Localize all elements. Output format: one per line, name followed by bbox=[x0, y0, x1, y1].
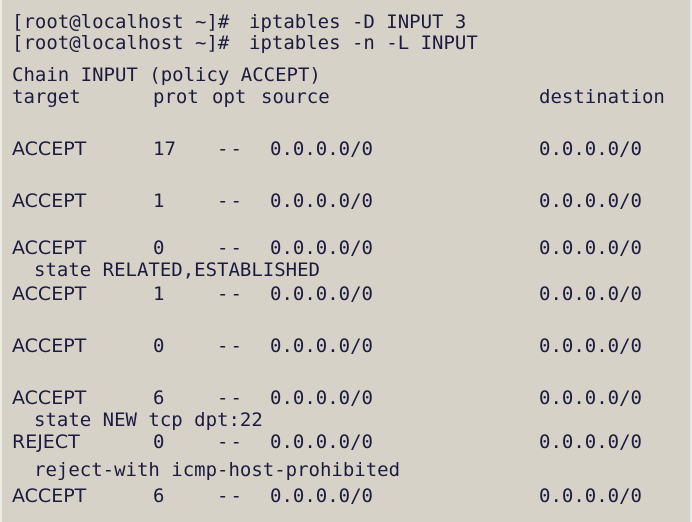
rule-source: 0.0.0.0/0 bbox=[270, 283, 373, 305]
rule-destination: 0.0.0.0/0 bbox=[539, 237, 642, 259]
rule-row: ACCEPT 1 -- 0.0.0.0/0 0.0.0.0/0 bbox=[12, 190, 642, 212]
rule-row: ACCEPT 6 -- 0.0.0.0/0 0.0.0.0/0 bbox=[12, 387, 642, 409]
rule-opt: -- bbox=[217, 431, 244, 453]
rule-prot: 17 bbox=[153, 138, 176, 160]
column-header-target: target bbox=[12, 86, 81, 108]
rule-opt: -- bbox=[217, 237, 244, 259]
rule-source: 0.0.0.0/0 bbox=[270, 138, 373, 160]
column-header-prot: prot bbox=[153, 86, 199, 108]
rule-row: ACCEPT 6 -- 0.0.0.0/0 0.0.0.0/0 bbox=[12, 485, 642, 507]
rule-prot: 6 bbox=[153, 387, 165, 409]
column-header-row: target prot opt source destination bbox=[12, 86, 665, 108]
command-line-2: [root@localhost ~]# iptables -n -L INPUT bbox=[12, 32, 478, 54]
rule-target: ACCEPT bbox=[12, 138, 87, 160]
rule-target: ACCEPT bbox=[12, 283, 87, 305]
rule-target: ACCEPT bbox=[12, 335, 87, 357]
shell-prompt: [root@localhost ~]# bbox=[12, 32, 230, 54]
rule-match-extension: state NEW tcp dpt:22 bbox=[34, 409, 263, 431]
rule-row: REJECT 0 -- 0.0.0.0/0 0.0.0.0/0 bbox=[12, 431, 642, 453]
rule-match-extension: reject-with icmp-host-prohibited bbox=[34, 459, 401, 481]
rule-destination: 0.0.0.0/0 bbox=[539, 283, 642, 305]
rule-prot: 6 bbox=[153, 485, 165, 507]
rule-row: ACCEPT 0 -- 0.0.0.0/0 0.0.0.0/0 bbox=[12, 335, 642, 357]
rule-opt: -- bbox=[217, 335, 244, 357]
rule-opt: -- bbox=[217, 485, 244, 507]
rule-target: ACCEPT bbox=[12, 237, 87, 259]
rule-destination: 0.0.0.0/0 bbox=[539, 190, 642, 212]
rule-target: ACCEPT bbox=[12, 387, 87, 409]
rule-target: REJECT bbox=[12, 431, 80, 453]
column-header-source: source bbox=[261, 86, 330, 108]
rule-match-extension: state RELATED,ESTABLISHED bbox=[34, 259, 320, 281]
rule-source: 0.0.0.0/0 bbox=[270, 387, 373, 409]
command-text: iptables -D INPUT 3 bbox=[249, 11, 467, 33]
rule-row: ACCEPT 17 -- 0.0.0.0/0 0.0.0.0/0 bbox=[12, 138, 642, 160]
rule-target: ACCEPT bbox=[12, 190, 87, 212]
command-text: iptables -n -L INPUT bbox=[249, 32, 478, 54]
shell-prompt: [root@localhost ~]# bbox=[12, 11, 230, 33]
rule-opt: -- bbox=[217, 138, 244, 160]
rule-prot: 1 bbox=[153, 190, 165, 212]
rule-destination: 0.0.0.0/0 bbox=[539, 431, 642, 453]
rule-source: 0.0.0.0/0 bbox=[270, 431, 373, 453]
rule-opt: -- bbox=[217, 387, 244, 409]
rule-destination: 0.0.0.0/0 bbox=[539, 485, 642, 507]
rule-source: 0.0.0.0/0 bbox=[270, 335, 373, 357]
chain-header: Chain INPUT (policy ACCEPT) bbox=[12, 64, 321, 86]
column-header-opt: opt bbox=[212, 86, 247, 108]
rule-source: 0.0.0.0/0 bbox=[270, 237, 373, 259]
command-line-1: [root@localhost ~]# iptables -D INPUT 3 bbox=[12, 11, 466, 33]
rule-destination: 0.0.0.0/0 bbox=[539, 138, 642, 160]
rule-row: ACCEPT 0 -- 0.0.0.0/0 0.0.0.0/0 bbox=[12, 237, 642, 259]
rule-prot: 1 bbox=[153, 283, 165, 305]
rule-destination: 0.0.0.0/0 bbox=[539, 335, 642, 357]
rule-prot: 0 bbox=[153, 431, 165, 453]
rule-opt: -- bbox=[217, 283, 244, 305]
rule-source: 0.0.0.0/0 bbox=[270, 485, 373, 507]
rule-prot: 0 bbox=[153, 237, 165, 259]
terminal-window[interactable]: [root@localhost ~]# iptables -D INPUT 3 … bbox=[0, 0, 692, 522]
rule-prot: 0 bbox=[153, 335, 165, 357]
rule-row: ACCEPT 1 -- 0.0.0.0/0 0.0.0.0/0 bbox=[12, 283, 642, 305]
rule-source: 0.0.0.0/0 bbox=[270, 190, 373, 212]
rule-opt: -- bbox=[217, 190, 244, 212]
column-header-destination: destination bbox=[539, 86, 665, 108]
rule-target: ACCEPT bbox=[12, 485, 87, 507]
rule-destination: 0.0.0.0/0 bbox=[539, 387, 642, 409]
